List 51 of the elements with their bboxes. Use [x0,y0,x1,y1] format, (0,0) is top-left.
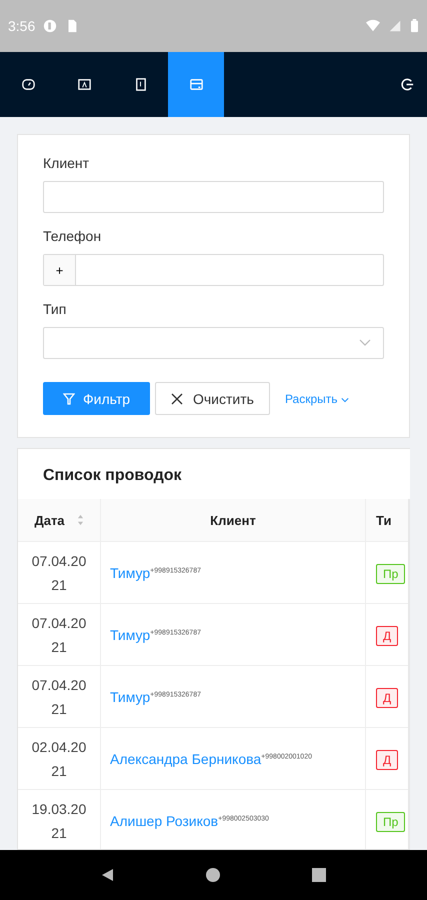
sort-icon[interactable] [76,514,84,526]
client-link[interactable]: Тимур [110,564,150,580]
client-input-field[interactable] [43,181,384,213]
recents-icon[interactable] [311,867,328,883]
clear-button[interactable]: Очистить [155,382,270,415]
phone-number: +998002001020 [261,752,312,760]
column-header[interactable]: Дата [18,499,100,542]
back-icon[interactable] [100,867,116,883]
type-tag: Д [376,688,398,708]
credit-card-icon [188,77,204,92]
expand-link[interactable]: Раскрыть [284,392,349,406]
type-tag: Пр [376,812,406,832]
client-link[interactable]: Тимур [110,688,150,704]
type-tag: Д [376,750,398,770]
column-header: Клиент [100,499,366,542]
column-header: Ти [366,499,408,542]
battery-icon [410,19,419,33]
client-link[interactable]: Александра Берникова [110,750,262,766]
chevron-down-icon [340,396,349,402]
nav-tab[interactable] [168,52,224,117]
date-cell: 07.04.2021 [18,542,100,604]
phone-number: +998915326787 [150,566,201,574]
date-cell: 02.04.2021 [18,728,100,790]
type-tag: Д [376,626,398,646]
date-header: Дата [34,512,65,528]
gauge-icon [20,77,36,92]
signal-icon [388,19,402,33]
phone-prefix: + [44,255,76,285]
phone-number: +998002503030 [218,814,269,822]
client-link[interactable]: Тимур [110,626,150,642]
chevron-down-icon [359,339,371,347]
filter-button[interactable]: Фильтр [43,382,150,415]
funnel-icon [62,392,75,404]
home-icon[interactable] [205,867,222,883]
field-label: Телефон [43,228,102,244]
list-title: Список проводок [42,466,183,486]
client-link[interactable]: Алишер Розиков [110,812,218,828]
date-cell: 07.04.2021 [18,666,100,728]
date-cell: 07.04.2021 [18,604,100,666]
field-label: Тип [43,301,68,317]
phone-number: +998915326787 [150,628,201,636]
field-label: Клиент [43,155,90,171]
type-tag: Пр [376,564,406,584]
clock-time: 3:56 [8,18,36,34]
close-icon [171,392,183,404]
app-notification-icon [43,19,58,33]
wifi-icon [366,19,380,33]
phone-number: +998915326787 [150,690,201,698]
logout-icon[interactable] [400,77,415,92]
type-select-field[interactable] [43,327,384,359]
phone-input-field[interactable]: + [43,254,384,286]
